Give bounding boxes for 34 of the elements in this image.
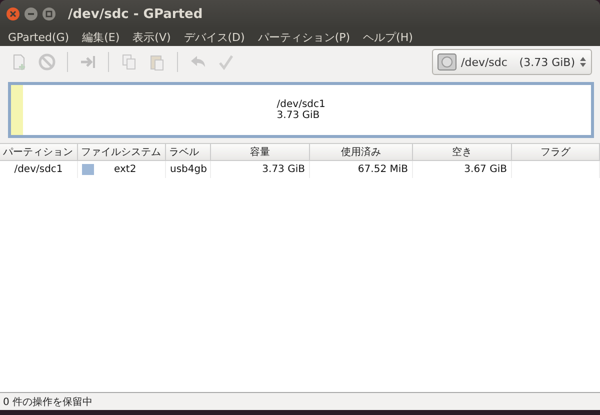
- copy-icon: [120, 53, 138, 71]
- checkmark-icon: [217, 53, 235, 71]
- menu-item[interactable]: パーティション(P): [258, 30, 350, 44]
- partition-graph[interactable]: /dev/sdc1 3.73 GiB: [8, 82, 594, 138]
- window-title: /dev/sdc - GParted: [68, 6, 203, 22]
- partition-size: 3.73 GiB: [276, 110, 321, 121]
- column-header[interactable]: フラグ: [512, 144, 600, 161]
- partition-name: /dev/sdc1: [276, 99, 326, 110]
- column-header[interactable]: 使用済み: [310, 144, 413, 161]
- table-cell: 67.52 MiB: [310, 161, 413, 178]
- maximize-icon[interactable]: [42, 7, 56, 21]
- column-header[interactable]: ファイルシステム: [78, 144, 166, 161]
- menu-item[interactable]: GParted(G): [8, 30, 70, 44]
- column-header[interactable]: 空き: [413, 144, 512, 161]
- status-bar: 0 件の操作を保留中: [0, 392, 600, 410]
- device-selector[interactable]: /dev/sdc (3.73 GiB): [432, 49, 592, 75]
- minimize-icon[interactable]: [24, 7, 38, 21]
- column-header[interactable]: 容量: [211, 144, 310, 161]
- arrow-to-bar-icon: [79, 53, 97, 71]
- table-cell: 3.73 GiB: [211, 161, 310, 178]
- prohibited-icon: [38, 53, 56, 71]
- menu-item[interactable]: デバイス(D): [184, 30, 245, 44]
- menu-item[interactable]: 表示(V): [132, 30, 171, 44]
- spinner-arrows-icon: [579, 56, 587, 68]
- table-cell: /dev/sdc1: [0, 161, 78, 178]
- table-cell: usb4gb: [166, 161, 211, 178]
- table-cell: 3.67 GiB: [413, 161, 512, 178]
- table-cell: ext2: [114, 164, 136, 175]
- column-header[interactable]: ラベル: [166, 144, 211, 161]
- column-header[interactable]: パーティション: [0, 144, 78, 161]
- menu-item[interactable]: ヘルプ(H): [363, 30, 413, 44]
- paste-icon: [148, 53, 166, 71]
- menu-item[interactable]: 編集(E): [82, 30, 120, 44]
- close-icon[interactable]: [6, 7, 20, 21]
